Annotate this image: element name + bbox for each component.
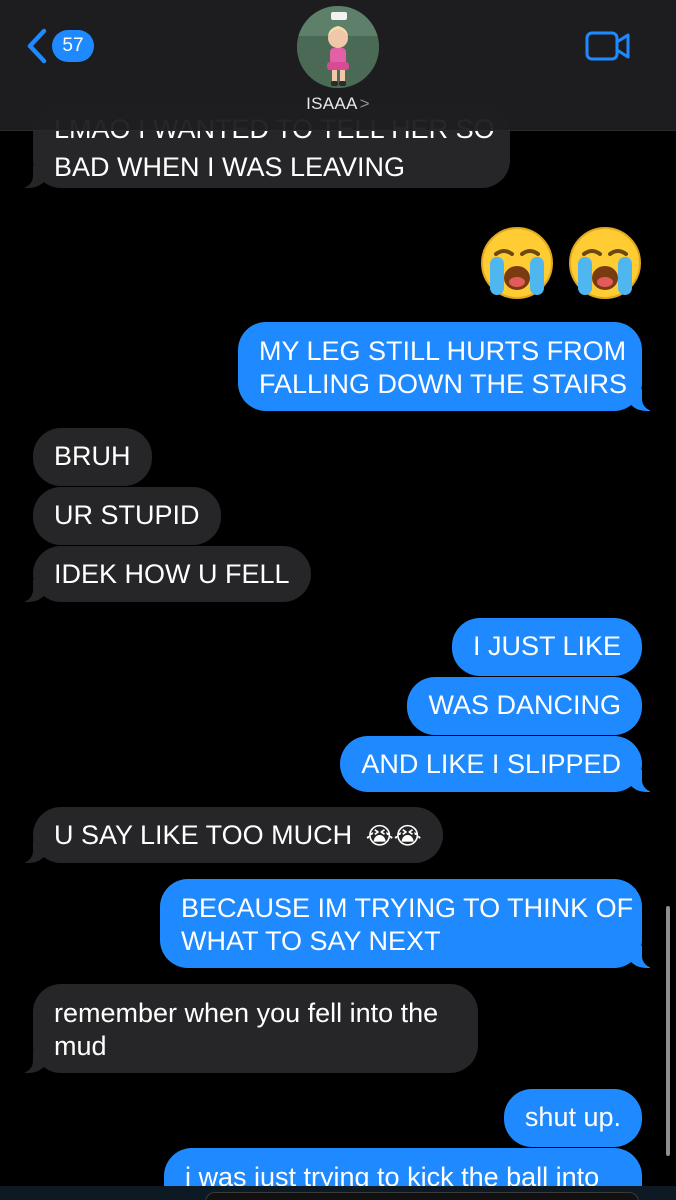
contact-avatar-image bbox=[297, 6, 379, 88]
message-thread[interactable]: LMAO I WANTED TO TELL HER SO BAD WHEN I … bbox=[0, 0, 676, 1200]
message-bubble-received[interactable]: UR STUPID bbox=[33, 487, 221, 545]
contact-name[interactable]: ISAAA > bbox=[0, 94, 676, 114]
message-line: BAD WHEN I WAS LEAVING bbox=[54, 152, 406, 182]
loudly-crying-face-icon: 😭😭 bbox=[365, 822, 422, 850]
compose-bar bbox=[0, 1186, 676, 1200]
message-line: BECAUSE IM TRYING TO THINK OF bbox=[181, 893, 634, 923]
message-text: UR STUPID bbox=[54, 500, 200, 530]
message-bubble-sent[interactable]: WAS DANCING bbox=[407, 677, 642, 735]
message-text: AND LIKE I SLIPPED bbox=[361, 749, 621, 779]
unread-count-badge: 57 bbox=[52, 30, 94, 62]
message-bubble-received[interactable]: remember when you fell into the mud bbox=[19, 984, 478, 1073]
message-line: MY LEG STILL HURTS FROM bbox=[259, 336, 627, 366]
chevron-left-icon bbox=[27, 28, 47, 64]
chevron-right-icon: > bbox=[359, 94, 370, 113]
message-bubble-sent[interactable]: AND LIKE I SLIPPED bbox=[340, 736, 656, 792]
message-line: FALLING DOWN THE STAIRS bbox=[259, 369, 628, 399]
message-bubble-received[interactable]: U SAY LIKE TOO MUCH 😭😭 bbox=[19, 807, 443, 863]
loudly-crying-face-icon bbox=[569, 227, 641, 299]
big-emoji-message[interactable] bbox=[480, 226, 642, 300]
message-bubble-sent[interactable]: I JUST LIKE bbox=[451, 618, 642, 676]
message-line: remember when you fell into the bbox=[54, 998, 439, 1028]
video-camera-icon bbox=[585, 31, 630, 61]
contact-avatar[interactable] bbox=[297, 6, 379, 88]
message-line: mud bbox=[54, 1031, 107, 1061]
message-line: WHAT TO SAY NEXT bbox=[181, 926, 441, 956]
message-bubble-received[interactable]: BRUH bbox=[33, 428, 152, 486]
video-call-button[interactable] bbox=[585, 31, 631, 66]
message-bubble-sent[interactable]: MY LEG STILL HURTS FROM FALLING DOWN THE… bbox=[238, 322, 656, 411]
message-text: WAS DANCING bbox=[428, 690, 621, 720]
message-text: I JUST LIKE bbox=[472, 631, 621, 661]
message-text: IDEK HOW U FELL bbox=[54, 559, 290, 589]
message-text: shut up. bbox=[524, 1102, 621, 1132]
message-bubble-sent[interactable]: BECAUSE IM TRYING TO THINK OF WHAT TO SA… bbox=[160, 879, 656, 968]
message-input[interactable] bbox=[205, 1192, 639, 1200]
message-text: U SAY LIKE TOO MUCH bbox=[54, 820, 353, 850]
back-button[interactable]: 57 bbox=[26, 28, 94, 64]
message-bubble-sent[interactable]: shut up. bbox=[503, 1089, 642, 1147]
loudly-crying-face-icon bbox=[481, 227, 553, 299]
message-text: BRUH bbox=[54, 441, 131, 471]
conversation-header: 57 ISAAA > bbox=[0, 0, 676, 131]
message-bubble-received[interactable]: IDEK HOW U FELL bbox=[19, 546, 311, 602]
scroll-indicator[interactable] bbox=[666, 906, 670, 1156]
contact-name-text: ISAAA bbox=[306, 94, 358, 113]
